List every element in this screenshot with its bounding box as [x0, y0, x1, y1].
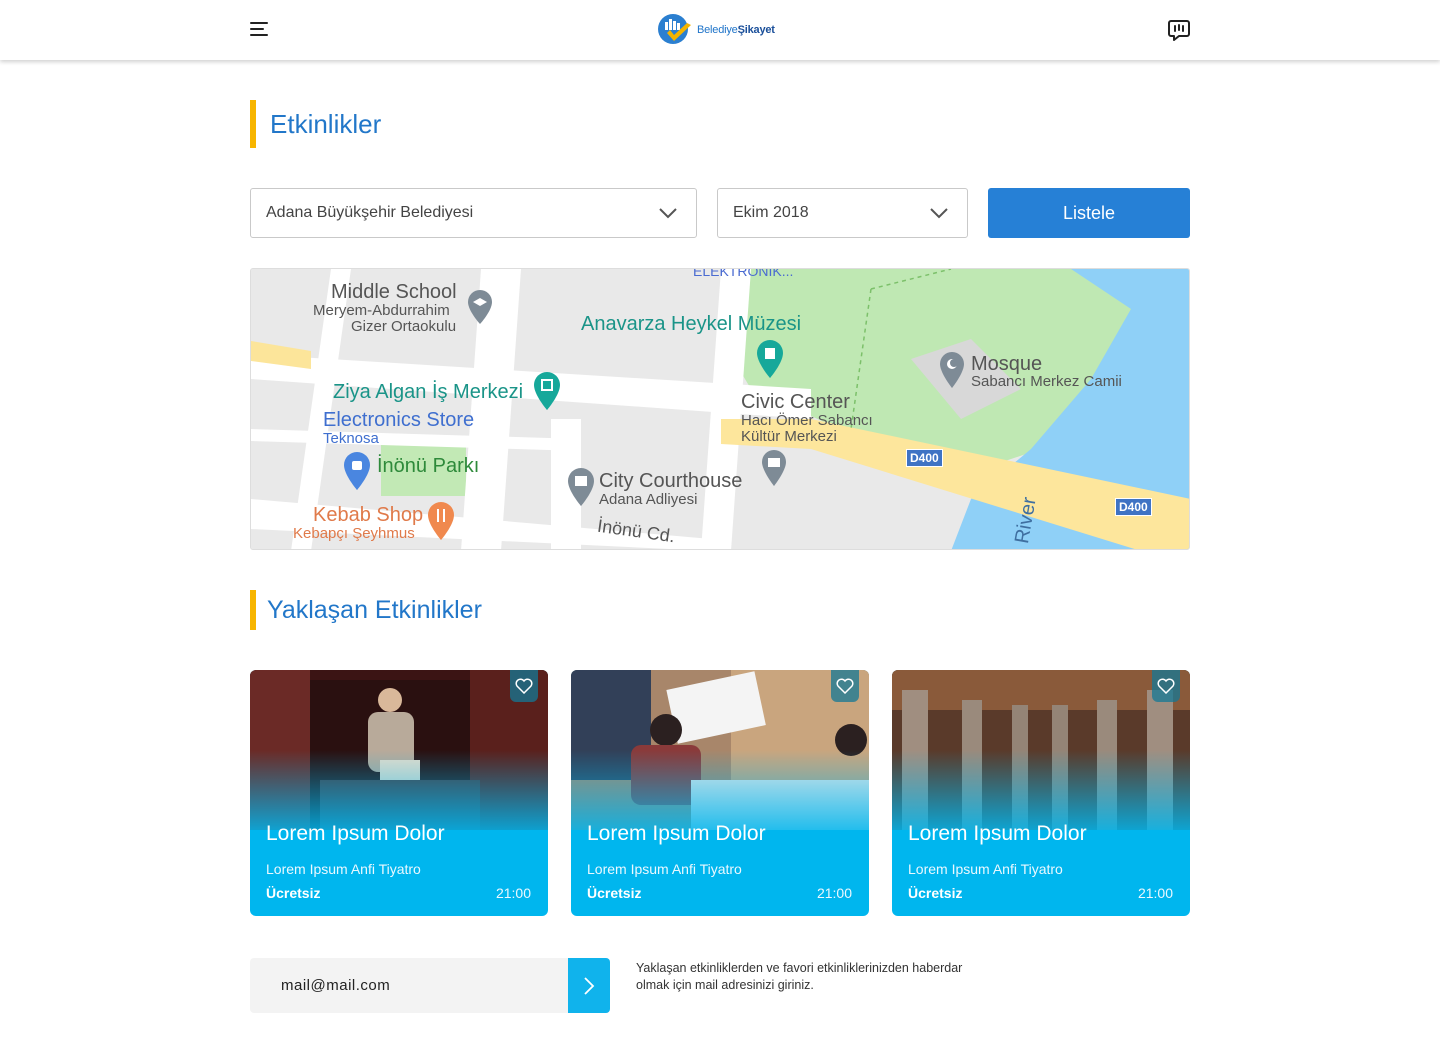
event-price: Ücretsiz	[266, 885, 321, 901]
map-label-business: Ziya Algan İş Merkezi	[333, 381, 524, 403]
municipality-select-value: Adana Büyükşehir Belediyesi	[266, 204, 474, 221]
map-label-courthouse-name: Adana Adliyesi	[599, 491, 698, 508]
map-label-civic-name1: Hacı Ömer Sabancı	[741, 412, 873, 429]
card-gradient	[250, 750, 548, 830]
upcoming-accent-bar	[250, 590, 256, 630]
courthouse-pin-icon[interactable]	[567, 467, 595, 507]
events-map[interactable]: ELEKTRONİK... Middle School Meryem-Abdur…	[250, 268, 1190, 550]
upcoming-title-text: Yaklaşan Etkinlikler	[267, 595, 482, 624]
list-button[interactable]: Listele	[988, 188, 1190, 238]
shopping-pin-icon[interactable]	[343, 451, 371, 491]
map-label-electronics-name: Teknosa	[323, 430, 379, 447]
map-label-school: Middle School	[331, 281, 457, 303]
favorite-heart-icon[interactable]	[510, 670, 538, 702]
event-card[interactable]: Lorem Ipsum Dolor Lorem Ipsum Anfi Tiyat…	[892, 670, 1190, 916]
event-card[interactable]: Lorem Ipsum Dolor Lorem Ipsum Anfi Tiyat…	[250, 670, 548, 916]
event-time: 21:00	[1137, 885, 1173, 901]
favorite-heart-icon[interactable]	[831, 670, 859, 702]
map-road-badge-1: D400	[906, 449, 943, 467]
card-gradient	[892, 750, 1190, 830]
municipality-select[interactable]: Adana Büyükşehir Belediyesi	[250, 188, 697, 238]
top-header: BelediyeŞikayet	[0, 0, 1440, 60]
newsletter-note-line2: olmak için mail adresinizi giriniz.	[636, 978, 814, 992]
chevron-down-icon	[930, 208, 948, 219]
email-submit-button[interactable]	[568, 958, 610, 1013]
map-label-electronics: Electronics Store	[323, 409, 475, 431]
event-title: Lorem Ipsum Dolor	[266, 822, 445, 845]
page-title-text: Etkinlikler	[270, 108, 382, 139]
business-pin-icon[interactable]	[533, 371, 561, 411]
event-card[interactable]: Lorem Ipsum Dolor Lorem Ipsum Anfi Tiyat…	[571, 670, 869, 916]
map-label-museum: Anavarza Heykel Müzesi	[581, 313, 802, 335]
logo[interactable]: BelediyeŞikayet	[657, 13, 775, 47]
event-venue: Lorem Ipsum Anfi Tiyatro	[266, 861, 421, 877]
event-time: 21:00	[495, 885, 531, 901]
event-venue: Lorem Ipsum Anfi Tiyatro	[587, 861, 742, 877]
map-label-courthouse: City Courthouse	[599, 470, 743, 492]
map-label-civic-name2: Kültür Merkezi	[741, 428, 837, 445]
museum-pin-icon[interactable]	[756, 339, 784, 379]
newsletter-note: Yaklaşan etkinliklerden ve favori etkinl…	[636, 960, 1016, 994]
map-label-mosque-name: Sabancı Merkez Camii	[971, 373, 1122, 390]
chat-bubble-icon[interactable]	[1167, 18, 1191, 42]
title-accent-bar	[250, 100, 256, 148]
map-label-school-name1: Meryem-Abdurrahim	[313, 302, 450, 319]
logo-icon	[658, 14, 691, 44]
map-road-badge-2: D400	[1115, 498, 1152, 516]
page-title: Etkinlikler	[250, 100, 381, 148]
newsletter-note-line1: Yaklaşan etkinliklerden ve favori etkinl…	[636, 961, 963, 975]
map-label-kebab: Kebab Shop	[313, 504, 424, 526]
event-price: Ücretsiz	[908, 885, 963, 901]
event-title: Lorem Ipsum Dolor	[908, 822, 1087, 845]
upcoming-section-title: Yaklaşan Etkinlikler	[250, 590, 482, 630]
card-gradient	[571, 750, 869, 830]
map-label-civic: Civic Center	[741, 391, 850, 413]
event-time: 21:00	[816, 885, 852, 901]
map-label-park: İnönü Parkı	[377, 455, 480, 477]
mosque-pin-icon[interactable]	[939, 351, 965, 389]
map-label-top-cut: ELEKTRONİK...	[693, 268, 794, 279]
chevron-right-icon	[584, 976, 595, 995]
map-label-kebab-name: Kebapçı Şeyhmus	[293, 525, 415, 542]
school-pin-icon[interactable]	[467, 289, 493, 325]
month-select-value: Ekim 2018	[733, 204, 809, 221]
hamburger-menu-icon[interactable]	[250, 22, 270, 38]
email-field[interactable]: mail@mail.com	[250, 958, 570, 1013]
map-label-school-name2: Gizer Ortaokulu	[351, 318, 457, 335]
restaurant-pin-icon[interactable]	[427, 501, 455, 541]
month-select[interactable]: Ekim 2018	[717, 188, 968, 238]
chevron-down-icon	[659, 208, 677, 219]
logo-text: BelediyeŞikayet	[697, 24, 775, 36]
event-price: Ücretsiz	[587, 885, 642, 901]
event-title: Lorem Ipsum Dolor	[587, 822, 766, 845]
event-venue: Lorem Ipsum Anfi Tiyatro	[908, 861, 1063, 877]
favorite-heart-icon[interactable]	[1152, 670, 1180, 702]
civic-pin-icon[interactable]	[761, 449, 787, 487]
